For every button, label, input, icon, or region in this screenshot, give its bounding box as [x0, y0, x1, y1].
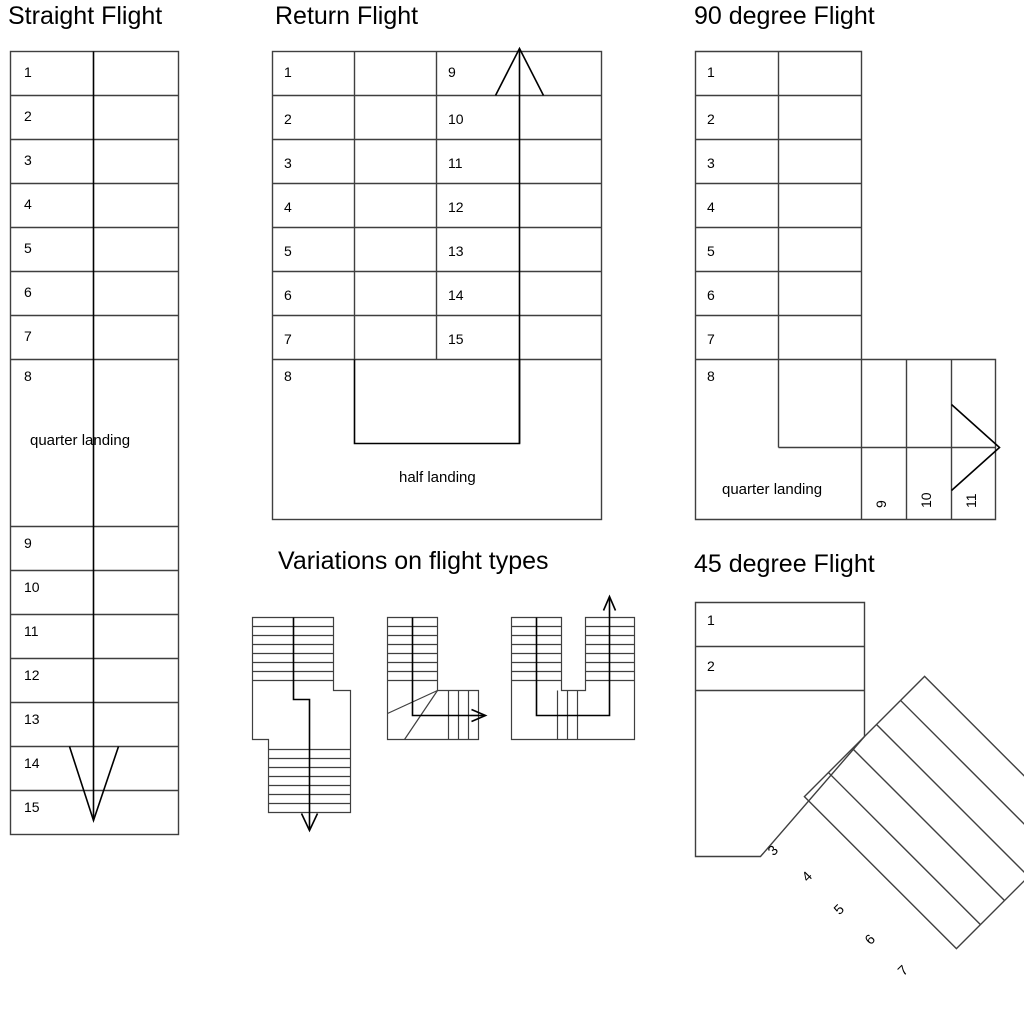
variation-u-shape-drawing	[510, 616, 636, 741]
variation-l-shape-arrow	[470, 708, 488, 723]
variation-l-shape-drawing	[386, 616, 480, 741]
straight-step-5: 5	[24, 240, 32, 256]
straight-step-2: 2	[24, 108, 32, 124]
straight-flight-title: Straight Flight	[8, 2, 163, 30]
fortyfive-step-2: 2	[707, 658, 715, 674]
fortyfive-step-5: 5	[830, 900, 848, 918]
return-flight-drawing	[271, 50, 603, 521]
ninety-degree-flight-landing-label: quarter landing	[722, 481, 823, 498]
return-step-11: 11	[448, 155, 463, 171]
ninety-step-4: 4	[707, 199, 715, 215]
straight-step-15: 15	[24, 799, 40, 815]
ninety-step-5: 5	[707, 243, 715, 259]
straight-step-7: 7	[24, 328, 32, 344]
linework-svg	[9, 46, 1024, 950]
variation-u-shape-arrow	[602, 594, 617, 618]
straight-step-3: 3	[24, 152, 32, 168]
fortyfive-step-7: 7	[894, 961, 912, 979]
return-step-5: 5	[284, 243, 292, 259]
straight-step-11: 11	[24, 623, 39, 639]
straight-flight-landing-label: quarter landing	[30, 432, 131, 449]
ninety-step-1: 1	[707, 64, 715, 80]
return-step-10: 10	[448, 111, 464, 127]
diagram-linework	[0, 0, 1024, 1009]
fortyfive-step-1: 1	[707, 612, 715, 628]
straight-step-10: 10	[24, 579, 40, 595]
variation-l-shape-going-line	[411, 617, 471, 717]
return-step-2: 2	[284, 111, 292, 127]
return-flight-landing-label: half landing	[399, 469, 476, 486]
return-step-8: 8	[284, 368, 292, 384]
variation-dog-leg-going-line	[292, 617, 311, 813]
return-step-15: 15	[448, 331, 464, 347]
straight-step-1: 1	[24, 64, 32, 80]
ninety-step-3: 3	[707, 155, 715, 171]
ninety-step-11: 11	[963, 493, 979, 508]
variation-u-shape-going-line	[535, 617, 611, 717]
return-step-14: 14	[448, 287, 464, 303]
forty-five-degree-flight-title: 45 degree Flight	[694, 550, 875, 578]
straight-step-14: 14	[24, 755, 40, 771]
straight-step-8: 8	[24, 368, 32, 384]
return-step-1: 1	[284, 64, 292, 80]
ninety-step-10: 10	[918, 492, 934, 508]
variation-dog-leg-arrow	[300, 812, 319, 833]
ninety-step-9: 9	[873, 500, 889, 508]
fortyfive-step-3: 3	[764, 841, 782, 859]
diagram-canvas: Straight Flight Return Flight 90 degree …	[0, 0, 1024, 1009]
variations-title: Variations on flight types	[278, 547, 549, 575]
ninety-step-2: 2	[707, 111, 715, 127]
straight-step-9: 9	[24, 535, 32, 551]
straight-step-6: 6	[24, 284, 32, 300]
ninety-step-7: 7	[707, 331, 715, 347]
return-step-6: 6	[284, 287, 292, 303]
return-step-12: 12	[448, 199, 464, 215]
fortyfive-step-6: 6	[861, 930, 879, 948]
straight-step-4: 4	[24, 196, 32, 212]
return-step-9: 9	[448, 64, 456, 80]
ninety-step-6: 6	[707, 287, 715, 303]
ninety-degree-flight-title: 90 degree Flight	[694, 2, 875, 30]
straight-step-13: 13	[24, 711, 40, 727]
return-step-13: 13	[448, 243, 464, 259]
return-flight-title: Return Flight	[275, 2, 419, 30]
return-step-4: 4	[284, 199, 292, 215]
fortyfive-step-4: 4	[798, 867, 816, 885]
forty-five-degree-flight-drawing	[694, 601, 1024, 950]
return-step-7: 7	[284, 331, 292, 347]
ninety-degree-flight-drawing	[694, 50, 997, 521]
ninety-degree-flight-arrow	[950, 403, 1001, 492]
return-step-3: 3	[284, 155, 292, 171]
variation-dog-leg-drawing	[251, 616, 352, 814]
ninety-step-8: 8	[707, 368, 715, 384]
straight-step-12: 12	[24, 667, 40, 683]
